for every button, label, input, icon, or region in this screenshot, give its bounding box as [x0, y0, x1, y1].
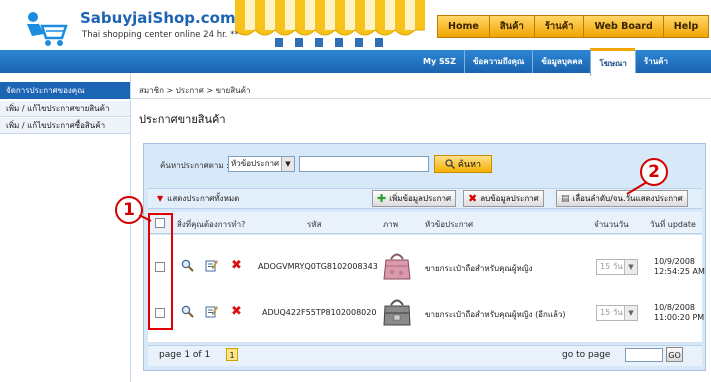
add-ad-label: เพิ่มข้อมูลประกาศ: [389, 194, 452, 203]
delete-x-icon: ✖: [468, 192, 478, 205]
search-button-label: ค้นหา: [457, 160, 482, 170]
row-time: 11:00:20 PM: [654, 313, 705, 322]
days-value: 15 วัน: [600, 262, 623, 271]
col-actions: สิ่งที่คุณต้องการทำ?: [177, 220, 246, 229]
days-value: 15 วัน: [600, 308, 623, 317]
sidebar-item-buy-ads[interactable]: เพิ่ม / แก้ไขประกาศซื้อสินค้า: [0, 118, 130, 134]
view-magnifier-icon[interactable]: [181, 305, 194, 318]
shopping-cart-logo-icon: [27, 12, 68, 46]
page-title: ประกาศขายสินค้า: [139, 113, 226, 126]
delete-ad-button[interactable]: ✖ ลบข้อมูลประกาศ: [463, 190, 544, 207]
delete-x-icon[interactable]: ✖: [231, 304, 242, 319]
delete-ad-label: ลบข้อมูลประกาศ: [480, 194, 539, 203]
sidebar-heading: จัดการประกาศของคุณ: [0, 82, 130, 99]
row-date: 10/9/2008: [654, 257, 696, 266]
col-image: ภาพ: [383, 220, 399, 229]
breadcrumb[interactable]: สมาชิก > ประกาศ > ขายสินค้า: [139, 84, 250, 97]
days-select[interactable]: 15 วัน ▼: [596, 259, 638, 275]
goto-page-input[interactable]: [625, 348, 663, 362]
top-nav: Home สินค้า ร้านค้า Web Board Help: [437, 15, 710, 38]
row-code: ADOGVMRYQ0TG8102008343: [258, 262, 378, 271]
grey-handbag-thumbnail[interactable]: [381, 296, 413, 328]
chevron-down-icon: ▼: [624, 306, 637, 320]
row-code: ADUQ422F55TP8102008020: [262, 308, 377, 317]
col-title: หัวข้อประกาศ: [425, 220, 474, 229]
nav-shops-button[interactable]: ร้านค้า: [533, 15, 584, 38]
show-all-label: แสดงประกาศทั้งหมด: [167, 194, 240, 203]
search-label: ค้นหาประกาศตาม :: [160, 161, 229, 170]
brand-tagline: Thai shopping center online 24 hr. ***: [82, 30, 243, 40]
subnav-my-ssz[interactable]: My SSZ: [415, 50, 464, 73]
row-updated: 10/9/2008 12:54:25 AM: [654, 257, 705, 277]
chevron-down-icon: ▼: [624, 260, 637, 274]
callout-2-pointer: [626, 182, 648, 195]
row-updated: 10/8/2008 11:00:20 PM: [654, 303, 704, 323]
chevron-down-icon: ▼: [281, 157, 294, 171]
subnav-ads[interactable]: โฆษณา: [590, 48, 635, 76]
row-title[interactable]: ขายกระเป๋าถือสำหรับคุณผู้หญิง: [425, 262, 533, 275]
search-icon: [445, 159, 455, 169]
nav-products-button[interactable]: สินค้า: [488, 15, 534, 38]
plus-icon: ✚: [377, 192, 387, 205]
search-button[interactable]: ค้นหา: [434, 155, 492, 173]
edit-icon[interactable]: [205, 259, 218, 272]
edit-doc-icon: ▤: [561, 193, 570, 204]
checkbox-column-highlight: [148, 213, 173, 330]
nav-help-button[interactable]: Help: [662, 15, 710, 38]
edit-icon[interactable]: [205, 305, 218, 318]
subnav-shop[interactable]: ร้านค้า: [634, 50, 676, 73]
subnav-messages[interactable]: ข้อความถึงคุณ: [463, 50, 532, 73]
brand-name[interactable]: SabuyjaiShop.com®: [80, 9, 248, 27]
nav-home-button[interactable]: Home: [437, 15, 489, 38]
shop-awning-decoration: [235, 0, 425, 47]
reorder-days-button[interactable]: ▤ เลื่อนลำดับ/จน.วันแสดงประกาศ: [556, 190, 688, 207]
page-number-link[interactable]: 1: [226, 348, 238, 361]
delete-x-icon[interactable]: ✖: [231, 258, 242, 273]
breadcrumb-divider: [131, 98, 711, 99]
triangle-down-icon: ▼: [157, 194, 164, 203]
sidebar-item-sell-ads[interactable]: เพิ่ม / แก้ไขประกาศขายสินค้า: [0, 101, 130, 117]
pink-handbag-thumbnail[interactable]: [381, 250, 413, 282]
sidebar-divider: [130, 73, 131, 382]
search-field-select[interactable]: หัวข้อประกาศ ▼: [228, 156, 295, 172]
col-code: รหัส: [307, 220, 322, 229]
add-ad-button[interactable]: ✚ เพิ่มข้อมูลประกาศ: [372, 190, 457, 207]
show-all-toggle[interactable]: ▼ แสดงประกาศทั้งหมด: [157, 192, 239, 205]
col-updated: วันที่ update: [650, 220, 696, 229]
sub-nav: My SSZ ข้อความถึงคุณ ข้อมูลบุคคล โฆษณา ร…: [415, 48, 676, 76]
page-info: page 1 of 1: [159, 350, 211, 360]
nav-webboard-button[interactable]: Web Board: [583, 15, 663, 38]
row-date: 10/8/2008: [654, 303, 696, 312]
row-time: 12:54:25 AM: [654, 267, 705, 276]
row-title[interactable]: ขายกระเป๋าถือสำหรับคุณผู้หญิง (อีกแล้ว): [425, 308, 566, 321]
search-field-value: หัวข้อประกาศ: [231, 159, 280, 168]
search-input[interactable]: [299, 156, 429, 172]
days-select[interactable]: 15 วัน ▼: [596, 305, 638, 321]
view-magnifier-icon[interactable]: [181, 259, 194, 272]
callout-1-pointer: [139, 215, 152, 222]
col-days: จำนวนวัน: [594, 220, 629, 229]
goto-page-button[interactable]: GO: [666, 347, 683, 362]
goto-page-label: go to page: [562, 350, 611, 360]
subnav-profile[interactable]: ข้อมูลบุคคล: [532, 50, 590, 73]
